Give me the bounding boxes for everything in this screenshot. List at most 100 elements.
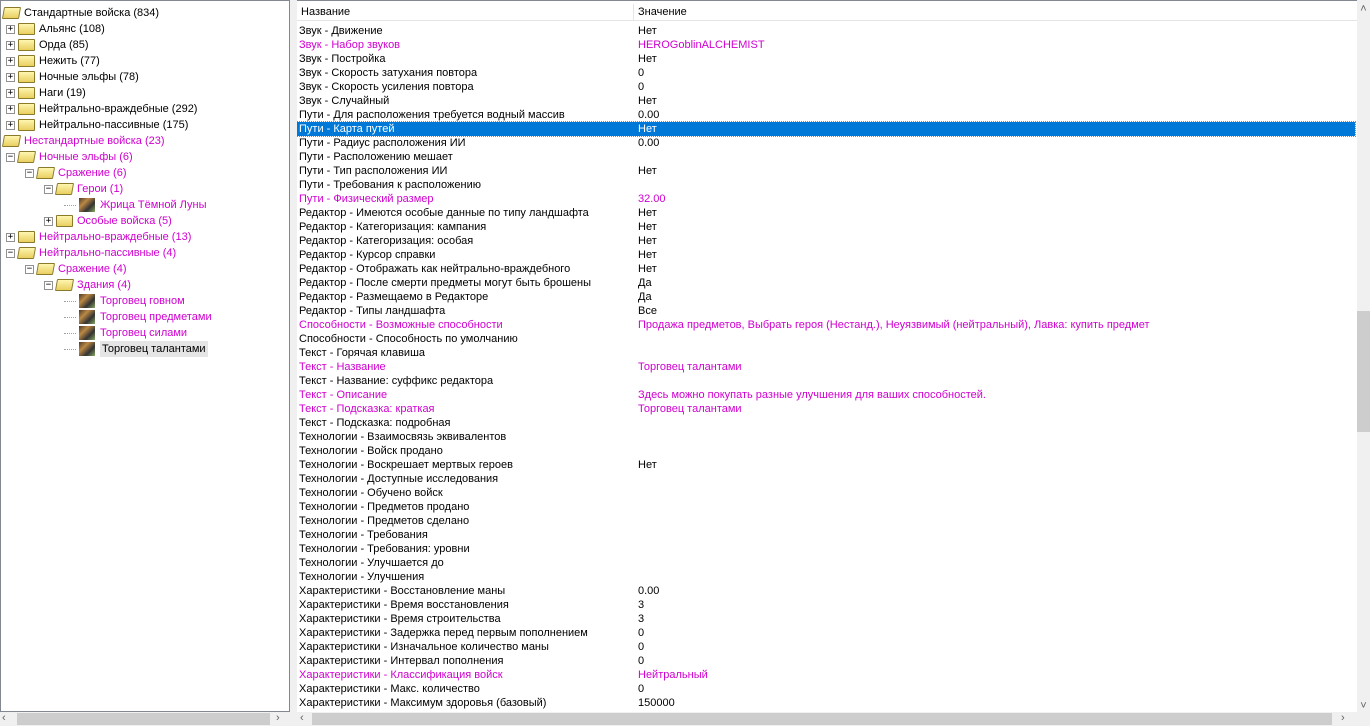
tree-item[interactable]: Торговец талантами (64, 341, 208, 357)
expand-icon[interactable]: + (6, 104, 15, 114)
tree-item[interactable]: Торговец силами (64, 325, 187, 341)
tree-item[interactable]: + Особые войска (5) (44, 213, 172, 229)
property-row[interactable]: Технологии - Требования (297, 528, 1355, 542)
property-row[interactable]: Пути - Для расположения требуется водный… (297, 108, 1355, 122)
tree-item[interactable]: + Нейтрально-враждебные (13) (6, 229, 191, 245)
list-horizontal-scrollbar[interactable]: ‹ › (297, 712, 1357, 726)
property-row[interactable]: Текст - Название: суффикс редактора (297, 374, 1355, 388)
property-row[interactable]: Редактор - Курсор справки Нет (297, 248, 1355, 262)
property-row[interactable]: Способности - Способность по умолчанию (297, 332, 1355, 346)
property-row[interactable]: Характеристики - Задержка перед первым п… (297, 626, 1355, 640)
property-row[interactable]: Характеристики - Время строительства 3 (297, 612, 1355, 626)
tree-item[interactable]: Торговец предметами (64, 309, 212, 325)
property-row[interactable]: Характеристики - Макс. количество 0 (297, 682, 1355, 696)
property-row[interactable]: Редактор - Размещаемо в Редакторе Да (297, 290, 1355, 304)
property-row[interactable]: Звук - Движение Нет (297, 24, 1355, 38)
property-row[interactable]: Характеристики - Время восстановления 3 (297, 598, 1355, 612)
collapse-icon[interactable]: − (6, 152, 15, 162)
property-row[interactable]: Характеристики - Изначальное количество … (297, 640, 1355, 654)
property-row[interactable]: Пути - Расположению мешает (297, 150, 1355, 164)
tree-horizontal-scrollbar[interactable]: ‹ › (0, 712, 290, 726)
tree-item[interactable]: + Орда (85) (6, 37, 89, 53)
object-tree[interactable]: Стандартные войска (834) + Альянс (108) + Ор… (0, 0, 290, 712)
column-divider[interactable] (633, 4, 634, 21)
property-row[interactable]: Характеристики - Классификация войск Нейт… (297, 668, 1355, 682)
property-row[interactable]: Текст - Подсказка: подробная (297, 416, 1355, 430)
property-row[interactable]: Текст - Название Торговец талантами (297, 360, 1355, 374)
property-row[interactable]: Технологии - Войск продано (297, 444, 1355, 458)
property-row[interactable]: Звук - Случайный Нет (297, 94, 1355, 108)
vertical-scroll-thumb[interactable] (1357, 311, 1370, 432)
property-row[interactable]: Характеристики - Максимум здоровья (базо… (297, 696, 1355, 710)
tree-item[interactable]: + Наги (19) (6, 85, 86, 101)
expand-icon[interactable]: + (6, 120, 15, 130)
property-row[interactable]: Редактор - Категоризация: особая Нет (297, 234, 1355, 248)
tree-item[interactable]: Жрица Тёмной Луны (64, 197, 207, 213)
tree-item[interactable]: − Ночные эльфы (6) (6, 149, 133, 165)
collapse-icon[interactable]: − (25, 264, 34, 274)
property-row[interactable]: Редактор - Имеются особые данные по типу… (297, 206, 1355, 220)
expand-icon[interactable]: + (6, 56, 15, 66)
property-row[interactable]: Технологии - Улучшается до (297, 556, 1355, 570)
property-row[interactable]: Редактор - После смерти предметы могут б… (297, 276, 1355, 290)
tree-item[interactable]: + Нежить (77) (6, 53, 100, 69)
property-row[interactable]: Технологии - Доступные исследования (297, 472, 1355, 486)
property-row[interactable]: Текст - Подсказка: краткая Торговец талан… (297, 402, 1355, 416)
tree-item[interactable]: + Нейтрально-пассивные (175) (6, 117, 188, 133)
property-row[interactable]: Технологии - Обучено войск (297, 486, 1355, 500)
property-row[interactable]: Редактор - Категоризация: кампания Нет (297, 220, 1355, 234)
property-row[interactable]: Технологии - Предметов сделано (297, 514, 1355, 528)
tree-horizontal-thumb[interactable] (17, 713, 270, 725)
tree-item[interactable]: + Альянс (108) (6, 21, 105, 37)
scroll-right-icon[interactable]: › (1341, 712, 1345, 724)
property-list[interactable]: Название Значение Звук - Движение Нет Звук… (297, 0, 1357, 712)
tree-item[interactable]: − Сражение (4) (25, 261, 127, 277)
list-horizontal-thumb[interactable] (312, 713, 1332, 725)
property-row[interactable]: Технологии - Воскрешает мертвых героев Не… (297, 458, 1355, 472)
tree-item[interactable]: + Нейтрально-враждебные (292) (6, 101, 197, 117)
expand-icon[interactable]: + (6, 72, 15, 82)
property-row[interactable]: Пути - Карта путей Нет (297, 121, 1356, 137)
property-row[interactable]: Звук - Постройка Нет (297, 52, 1355, 66)
collapse-icon[interactable]: − (6, 248, 15, 258)
column-header-name[interactable]: Название (299, 4, 629, 21)
property-row[interactable]: Звук - Скорость затухания повтора 0 (297, 66, 1355, 80)
column-header-value[interactable]: Значение (636, 4, 1336, 21)
tree-item[interactable]: − Нейтрально-пассивные (4) (6, 245, 176, 261)
pane-splitter[interactable] (290, 0, 297, 726)
collapse-icon[interactable]: − (44, 184, 53, 194)
tree-item[interactable]: − Герои (1) (44, 181, 123, 197)
expand-icon[interactable]: + (6, 88, 15, 98)
scroll-right-icon[interactable]: › (276, 712, 280, 724)
tree-item[interactable]: Торговец говном (64, 293, 185, 309)
property-row[interactable]: Технологии - Предметов продано (297, 500, 1355, 514)
expand-icon[interactable]: + (6, 24, 15, 34)
property-row[interactable]: Звук - Набор звуков HEROGoblinALCHEMIST (297, 38, 1355, 52)
expand-icon[interactable]: + (6, 232, 15, 242)
property-row[interactable]: Пути - Тип расположения ИИ Нет (297, 164, 1355, 178)
vertical-scrollbar[interactable]: ˄ ˅ (1357, 3, 1370, 712)
property-row[interactable]: Способности - Возможные способности Прода… (297, 318, 1355, 332)
expand-icon[interactable]: + (6, 40, 15, 50)
property-row[interactable]: Пути - Требования к расположению (297, 178, 1355, 192)
property-row[interactable]: Характеристики - Интервал пополнения 0 (297, 654, 1355, 668)
property-row[interactable]: Текст - Описание Здесь можно покупать раз… (297, 388, 1355, 402)
expand-icon[interactable]: + (44, 216, 53, 226)
property-row[interactable]: Пути - Физический размер 32.00 (297, 192, 1355, 206)
tree-item[interactable]: + Ночные эльфы (78) (6, 69, 139, 85)
tree-item[interactable]: Нестандартные войска (23) (1, 133, 165, 149)
property-row[interactable]: Редактор - Типы ландшафта Все (297, 304, 1355, 318)
property-row[interactable]: Пути - Радиус расположения ИИ 0.00 (297, 136, 1355, 150)
property-row[interactable]: Редактор - Отображать как нейтрально-вра… (297, 262, 1355, 276)
property-row[interactable]: Технологии - Требования: уровни (297, 542, 1355, 556)
scroll-down-icon[interactable]: ˅ (1357, 700, 1370, 712)
collapse-icon[interactable]: − (44, 280, 53, 290)
property-row[interactable]: Технологии - Взаимосвязь эквивалентов (297, 430, 1355, 444)
tree-item[interactable]: − Сражение (6) (25, 165, 127, 181)
collapse-icon[interactable]: − (25, 168, 34, 178)
tree-item[interactable]: − Здания (4) (44, 277, 131, 293)
scroll-left-icon[interactable]: ‹ (300, 712, 304, 724)
property-row[interactable]: Текст - Горячая клавиша (297, 346, 1355, 360)
property-row[interactable]: Технологии - Улучшения (297, 570, 1355, 584)
scroll-up-icon[interactable]: ˄ (1357, 3, 1370, 15)
